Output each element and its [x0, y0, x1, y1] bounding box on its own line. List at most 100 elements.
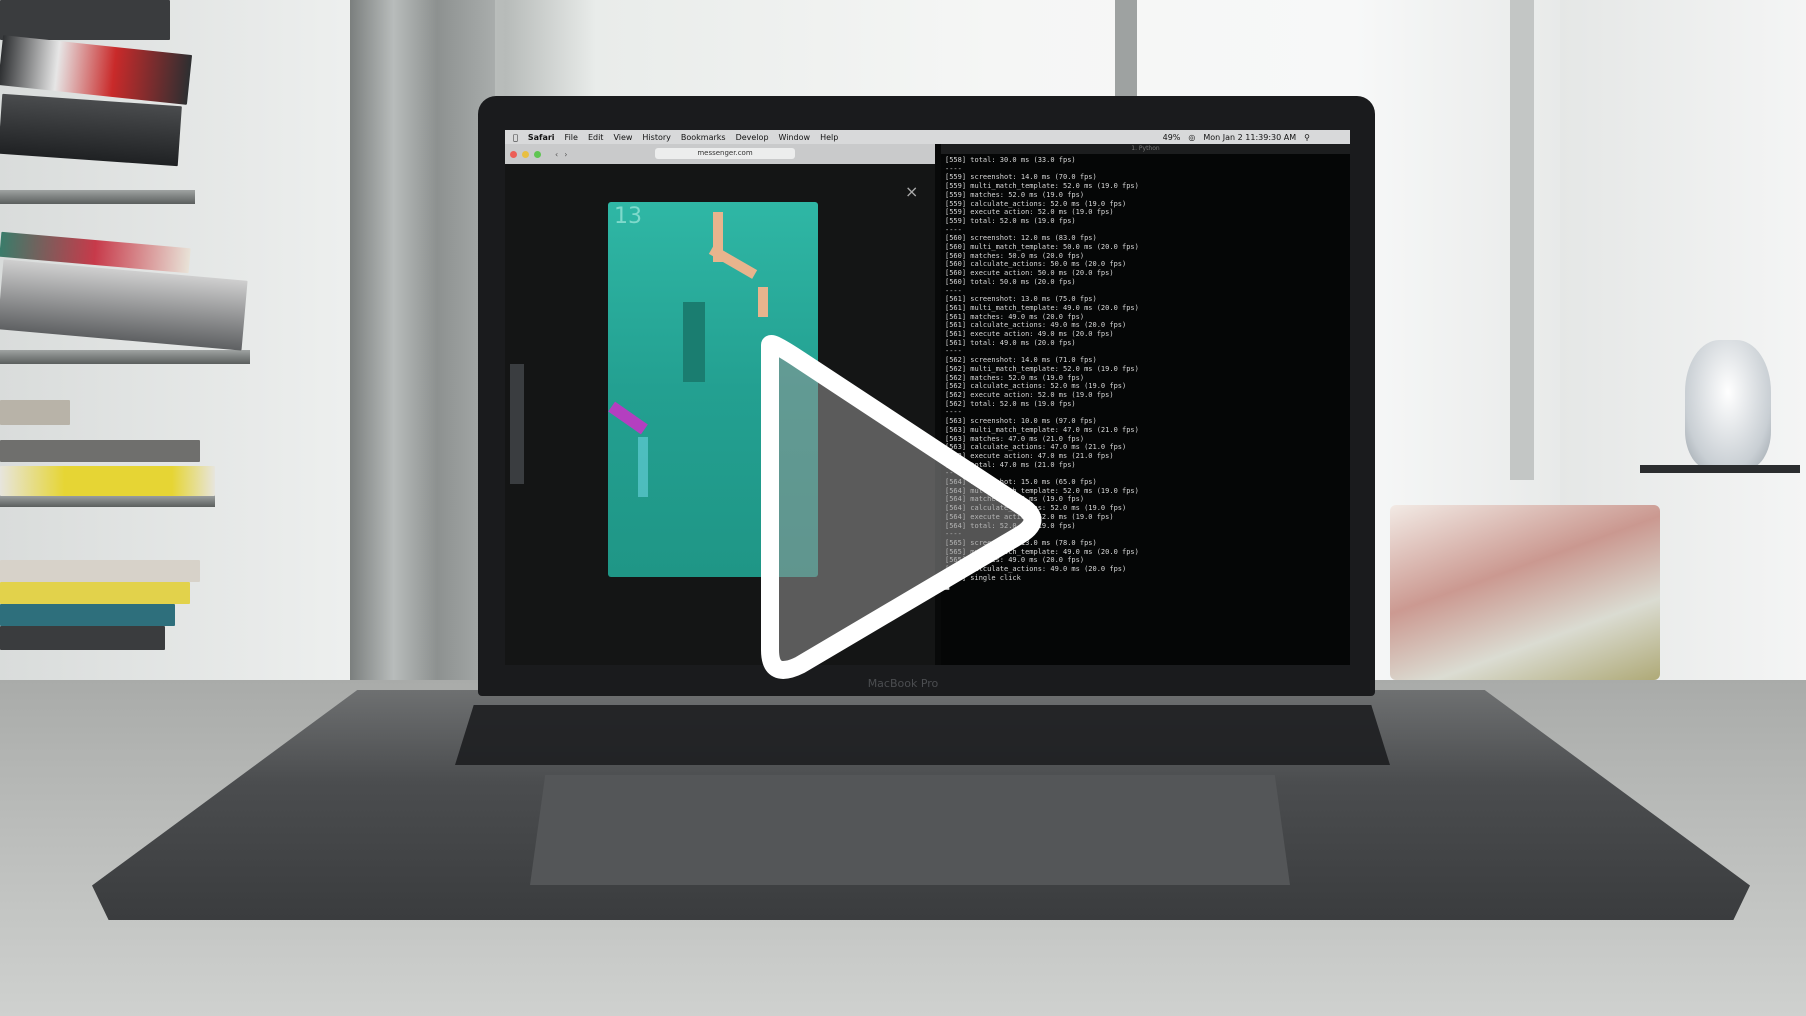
dock — [510, 364, 524, 484]
terminal-line: [559] multi_match_template: 52.0 ms (19.… — [945, 182, 1139, 191]
terminal-line: [561] matches: 49.0 ms (20.0 fps) — [945, 312, 1085, 321]
terminal-line: [563] calculate_actions: 47.0 ms (21.0 f… — [945, 443, 1127, 452]
menu-help[interactable]: Help — [820, 133, 838, 142]
terminal-line: [565] calculate_actions: 49.0 ms (20.0 f… — [945, 565, 1127, 574]
terminal-line: [561] multi_match_template: 49.0 ms (20.… — [945, 303, 1139, 312]
side-table — [1640, 465, 1800, 473]
book-stack — [0, 604, 175, 626]
battery-percent[interactable]: 49% — [1163, 133, 1181, 142]
safari-window: ‹ › messenger.com × 13 — [505, 144, 935, 665]
book-stack — [0, 582, 190, 604]
terminal-line: [565] multi_match_template: 49.0 ms (20.… — [945, 547, 1139, 556]
terminal-line: [563] matches: 47.0 ms (21.0 fps) — [945, 434, 1085, 443]
terminal-line: ---- — [945, 469, 962, 478]
menu-file[interactable]: File — [565, 133, 578, 142]
book-stack — [0, 626, 165, 650]
terminal-title: 1. Python — [941, 144, 1350, 154]
laptop-screen:  Safari File Edit View History Bookmark… — [505, 130, 1350, 665]
game-tower — [683, 302, 705, 382]
menu-history[interactable]: History — [642, 133, 670, 142]
terminal-window: 1. Python [558] total: 30.0 ms (33.0 fps… — [941, 144, 1350, 665]
bookshelf — [0, 495, 215, 507]
url-bar[interactable]: messenger.com — [655, 148, 795, 159]
terminal-line: [560] total: 50.0 ms (20.0 fps) — [945, 277, 1076, 286]
stacked-boxes — [1390, 505, 1660, 680]
humidifier — [1685, 340, 1771, 470]
close-window-button[interactable] — [510, 150, 517, 158]
window-frame-right — [1510, 0, 1534, 480]
curtain — [350, 0, 495, 680]
menu-view[interactable]: View — [613, 133, 632, 142]
menu-develop[interactable]: Develop — [736, 133, 769, 142]
terminal-line: █ — [945, 582, 950, 591]
terminal-line: [561] total: 49.0 ms (20.0 fps) — [945, 338, 1076, 347]
terminal-line: ---- — [945, 347, 962, 356]
book-stack — [0, 440, 200, 462]
terminal-line: [559] execute action: 52.0 ms (19.0 fps) — [945, 208, 1114, 217]
terminal-line: [559] total: 52.0 ms (19.0 fps) — [945, 216, 1076, 225]
terminal-line: [562] calculate_actions: 52.0 ms (19.0 f… — [945, 382, 1127, 391]
close-icon[interactable]: × — [905, 184, 921, 200]
safari-toolbar: ‹ › messenger.com — [505, 144, 935, 164]
back-icon[interactable]: ‹ — [555, 150, 558, 159]
terminal-line: [565] single click — [945, 573, 1021, 582]
terminal-line: [561] screenshot: 13.0 ms (75.0 fps) — [945, 295, 1097, 304]
terminal-line: [559] calculate_actions: 52.0 ms (19.0 f… — [945, 199, 1127, 208]
terminal-line: [562] multi_match_template: 52.0 ms (19.… — [945, 364, 1139, 373]
menu-edit[interactable]: Edit — [588, 133, 604, 142]
terminal-line: [560] execute action: 50.0 ms (20.0 fps) — [945, 269, 1114, 278]
book-stack — [0, 560, 200, 582]
spotlight-icon[interactable]: ⚲ — [1304, 133, 1310, 142]
terminal-line: [564] execute action: 52.0 ms (19.0 fps) — [945, 512, 1114, 521]
bookshelf — [0, 350, 250, 364]
terminal-line: ---- — [945, 225, 962, 234]
game-bridge — [608, 401, 648, 435]
wifi-icon[interactable]: ◎ — [1188, 133, 1195, 142]
terminal-line: [564] screenshot: 15.0 ms (65.0 fps) — [945, 478, 1097, 487]
minimize-window-button[interactable] — [522, 150, 529, 158]
menu-bookmarks[interactable]: Bookmarks — [681, 133, 726, 142]
game-canvas[interactable]: 13 — [608, 202, 818, 577]
terminal-line: ---- — [945, 530, 962, 539]
menu-app-name[interactable]: Safari — [528, 133, 555, 142]
terminal-line: [565] screenshot: 13.0 ms (78.0 fps) — [945, 538, 1097, 547]
terminal-line: [563] execute action: 47.0 ms (21.0 fps) — [945, 451, 1114, 460]
terminal-line: [562] matches: 52.0 ms (19.0 fps) — [945, 373, 1085, 382]
terminal-line: [560] matches: 50.0 ms (20.0 fps) — [945, 251, 1085, 260]
terminal-line: [559] matches: 52.0 ms (19.0 fps) — [945, 190, 1085, 199]
terminal-line: ---- — [945, 286, 962, 295]
game-waterfall — [638, 437, 648, 497]
menubar-clock[interactable]: Mon Jan 2 11:39:30 AM — [1203, 133, 1296, 142]
terminal-line: [562] total: 52.0 ms (19.0 fps) — [945, 399, 1076, 408]
terminal-line: ---- — [945, 408, 962, 417]
mac-menubar:  Safari File Edit View History Bookmark… — [505, 130, 1350, 144]
game-path — [768, 372, 778, 452]
game-path — [768, 482, 778, 542]
keyboard — [455, 705, 1390, 765]
laptop-brand-label: MacBook Pro — [867, 677, 939, 690]
book-stack — [0, 466, 215, 496]
terminal-line: [562] screenshot: 14.0 ms (71.0 fps) — [945, 356, 1097, 365]
terminal-line: ---- — [945, 164, 962, 173]
menu-window[interactable]: Window — [779, 133, 811, 142]
terminal-line: [562] execute action: 52.0 ms (19.0 fps) — [945, 390, 1114, 399]
terminal-line: [565] matches: 49.0 ms (20.0 fps) — [945, 556, 1085, 565]
terminal-line: [561] calculate_actions: 49.0 ms (20.0 f… — [945, 321, 1127, 330]
terminal-line: [564] matches: 52.0 ms (19.0 fps) — [945, 495, 1085, 504]
terminal-line: [564] calculate_actions: 52.0 ms (19.0 f… — [945, 504, 1127, 513]
forward-icon[interactable]: › — [564, 150, 567, 159]
trackpad — [530, 775, 1290, 885]
zoom-window-button[interactable] — [534, 150, 541, 158]
terminal-log[interactable]: [558] total: 30.0 ms (33.0 fps) ---- [559]… — [945, 156, 1345, 591]
apple-icon[interactable]:  — [513, 133, 518, 142]
book-stack — [0, 0, 170, 40]
terminal-line: [559] screenshot: 14.0 ms (70.0 fps) — [945, 173, 1097, 182]
terminal-line: [563] screenshot: 10.0 ms (97.0 fps) — [945, 417, 1097, 426]
game-path — [708, 245, 758, 279]
terminal-line: [561] execute action: 49.0 ms (20.0 fps) — [945, 330, 1114, 339]
book-stack — [0, 93, 182, 167]
terminal-line: [560] calculate_actions: 50.0 ms (20.0 f… — [945, 260, 1127, 269]
terminal-line: [560] screenshot: 12.0 ms (83.0 fps) — [945, 234, 1097, 243]
terminal-line: [560] multi_match_template: 50.0 ms (20.… — [945, 243, 1139, 252]
game-path — [758, 287, 768, 317]
